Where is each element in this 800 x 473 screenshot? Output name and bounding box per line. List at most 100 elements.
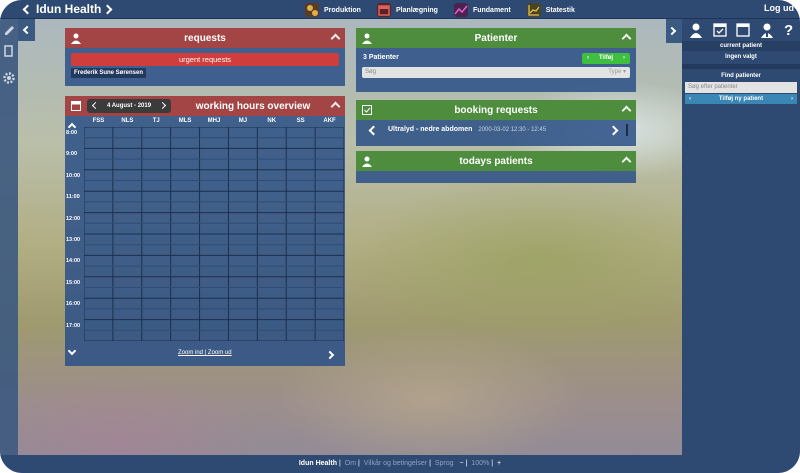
book-icon[interactable]	[4, 45, 14, 57]
nav-planlaegning[interactable]: Planlægning	[376, 2, 438, 18]
footer-brand: Idun Health	[298, 460, 337, 467]
requests-panel: requests urgent requests Frederik Sune S…	[65, 28, 345, 86]
staff-column-header[interactable]: MJ	[229, 118, 257, 124]
hour-label: 13:00	[66, 237, 81, 243]
staff-column-header[interactable]: FSS	[84, 118, 112, 124]
sidebar-toolbar: ?	[682, 19, 800, 41]
collapse-right-button[interactable]	[666, 19, 682, 43]
patients-title: Patienter	[474, 32, 518, 44]
chart-icon	[526, 3, 541, 17]
nav-label: Planlægning	[395, 6, 438, 14]
zoom-separator: |	[204, 350, 207, 356]
find-patients-title: Find patienter	[721, 73, 761, 79]
add-new-label: Tilføj ny patient	[718, 96, 764, 102]
zoom-minus-button[interactable]: −	[460, 460, 464, 467]
hour-label: 16:00	[66, 301, 81, 308]
next-page-icon[interactable]	[325, 350, 335, 360]
hour-label: 12:00	[66, 215, 81, 222]
footer: Idun Health | Om | Vilkår og betingelser | …	[0, 455, 800, 473]
hour-label: 11:00	[66, 194, 80, 201]
zoom-out-link[interactable]: Zoom ud	[208, 350, 232, 356]
staff-column-header[interactable]: MHJ	[200, 118, 228, 124]
back-arrow-icon[interactable]	[22, 4, 33, 15]
help-icon[interactable]: ?	[784, 22, 793, 39]
scroll-down-icon[interactable]	[67, 346, 77, 356]
collapse-icon[interactable]	[621, 105, 632, 116]
next-booking-icon[interactable]	[608, 125, 619, 136]
patient-search-input[interactable]: Søg Type ▾	[362, 67, 630, 78]
forward-arrow-icon[interactable]	[102, 4, 113, 15]
date-selector: 4 August - 2019	[87, 99, 171, 113]
request-user-tag[interactable]: Frederik Sune Sørensen	[71, 68, 147, 78]
collapse-icon[interactable]	[621, 33, 632, 44]
person-icon	[362, 33, 372, 44]
collapse-icon[interactable]	[330, 101, 341, 112]
type-select[interactable]: Type ▾	[608, 67, 626, 78]
desktop-background: Idun Health Produktion Planlægning Funda…	[0, 0, 800, 473]
about-link[interactable]: Om	[345, 460, 356, 467]
calendar-check-icon[interactable]	[712, 22, 727, 38]
hour-label: 10:00	[66, 172, 81, 179]
prev-booking-icon[interactable]	[368, 125, 379, 136]
left-toolbar	[0, 19, 18, 455]
zoom-plus-button[interactable]: +	[497, 460, 501, 467]
calendar-icon[interactable]	[736, 22, 751, 38]
urgent-requests-button[interactable]: urgent requests	[71, 53, 339, 66]
nav-statestik[interactable]: Statestik	[526, 2, 575, 18]
staff-column-header[interactable]: SS	[287, 118, 315, 124]
hour-label: 8:00	[66, 130, 78, 136]
add-new-patient-button[interactable]: ‹ Tilføj ny patient ›	[685, 94, 797, 104]
zoom-in-link[interactable]: Zoom ind	[178, 350, 203, 356]
pencil-icon[interactable]	[3, 23, 15, 35]
todays-patients-panel: todays patients	[356, 151, 636, 183]
prev-date-icon[interactable]	[91, 101, 100, 110]
requests-header: requests	[65, 28, 345, 48]
add-label: Tilføj	[598, 55, 614, 61]
language-link[interactable]: Sprog	[435, 460, 454, 467]
nav-produktion[interactable]: Produktion	[305, 2, 361, 18]
gear-icon[interactable]	[2, 71, 16, 85]
current-date: 4 August - 2019	[106, 103, 152, 109]
calendar-grid[interactable]	[84, 127, 344, 341]
hour-label: 9:00	[66, 151, 78, 158]
zoom-level: 100%	[471, 460, 490, 467]
staff-column-header[interactable]: TJ	[142, 118, 170, 124]
scrollbar[interactable]	[626, 124, 628, 136]
working-hours-title: working hours overview	[195, 100, 311, 112]
zoom-controls: Zoom ind | Zoom ud	[178, 350, 232, 356]
collapse-icon[interactable]	[330, 33, 341, 44]
booking-time: 2000-03-02 12:30 - 12:45	[478, 127, 547, 133]
person-icon	[71, 33, 81, 44]
working-hours-panel: 4 August - 2019 working hours overview Z…	[65, 96, 345, 366]
calendar-icon	[71, 101, 81, 111]
app-title: Idun Health	[36, 2, 102, 16]
calendar-check-icon	[362, 105, 372, 115]
person-icon[interactable]	[689, 22, 703, 38]
terms-link[interactable]: Vilkår og betingelser	[364, 460, 427, 467]
patient-count: 3 Patienter	[363, 54, 399, 61]
chevron-right-icon	[667, 26, 677, 36]
hour-label: 15:00	[66, 279, 81, 286]
current-patient-value: Ingen valgt	[725, 54, 757, 60]
trend-icon	[453, 3, 468, 17]
doctor-icon[interactable]	[760, 22, 774, 38]
next-date-icon[interactable]	[158, 101, 167, 110]
staff-column-header[interactable]: MLS	[171, 118, 199, 124]
booking-procedure: Ultralyd - nedre abdomen	[388, 126, 473, 133]
collapse-icon[interactable]	[621, 156, 632, 167]
logout-link[interactable]: Log ud	[764, 3, 800, 13]
find-patient-input[interactable]: Søg efter patienter	[685, 82, 797, 93]
booking-item[interactable]: Ultralyd - nedre abdomen 2000-03-02 12:3…	[388, 126, 546, 133]
person-icon	[362, 156, 372, 167]
collapse-left-button[interactable]	[18, 19, 35, 41]
staff-column-header[interactable]: NLS	[113, 118, 141, 124]
staff-column-header[interactable]: AKF	[316, 118, 344, 124]
nav-fundament[interactable]: Fundament	[453, 2, 511, 18]
staff-column-header[interactable]: NK	[258, 118, 286, 124]
current-patient-title: current patient	[682, 41, 800, 51]
nav-label: Fundament	[472, 6, 511, 14]
add-patient-button[interactable]: ‹ Tilføj ›	[582, 53, 630, 64]
patients-panel: Patienter 3 Patienter ‹ Tilføj › Søg Typ…	[356, 28, 636, 92]
patients-header: Patienter	[356, 28, 636, 48]
nav-label: Statestik	[545, 6, 575, 14]
